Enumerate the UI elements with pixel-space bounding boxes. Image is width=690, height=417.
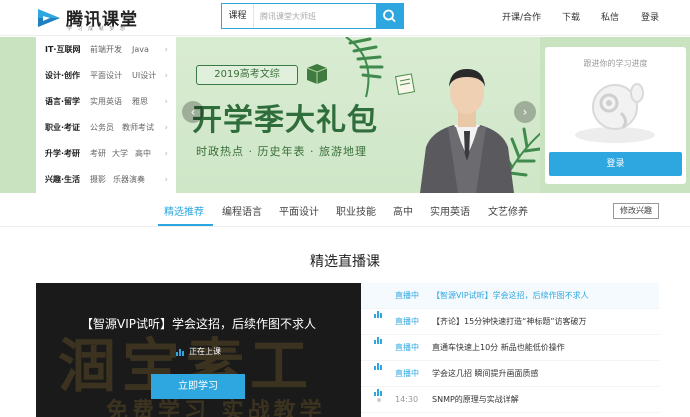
carousel-dots	[286, 180, 396, 184]
tab-programming[interactable]: 编程语言	[222, 203, 262, 218]
schedule-status: 直播中	[395, 291, 419, 300]
chevron-right-icon: ›	[164, 149, 168, 159]
menu-sub-link[interactable]: 考研	[90, 141, 106, 167]
active-tab-indicator	[158, 224, 213, 226]
banner-area: IT·互联网 前端开发 Java › 设计·创作 平面设计 UI设计 › 语言·…	[0, 37, 690, 193]
menu-sub-link[interactable]: 雅思	[132, 89, 148, 115]
logo-slogan: 学 习 成 就 梦 想	[67, 26, 127, 32]
teacher-photo	[420, 69, 514, 193]
chevron-right-icon: ›	[164, 97, 168, 107]
chevron-right-icon: ›	[164, 71, 168, 81]
live-bars-icon	[176, 347, 185, 356]
menu-row-design[interactable]: 设计·创作 平面设计 UI设计 ›	[36, 63, 176, 89]
logo[interactable]: 腾讯课堂 学 习 成 就 梦 想	[36, 4, 146, 32]
live-bars-icon	[374, 292, 384, 318]
tab-english[interactable]: 实用英语	[430, 203, 470, 218]
live-bars-icon	[374, 318, 384, 344]
menu-row-language[interactable]: 语言·留学 实用英语 雅思 ›	[36, 89, 176, 115]
category-menu: IT·互联网 前端开发 Java › 设计·创作 平面设计 UI设计 › 语言·…	[36, 37, 176, 193]
schedule-row[interactable]: 直播中 【智源VIP试听】学会这招，后续作图不求人	[361, 283, 659, 318]
menu-sub-link[interactable]: 前端开发	[90, 37, 122, 63]
banner-badge: 2019高考文综	[196, 65, 298, 85]
banner-title: 开学季大礼包	[192, 103, 378, 138]
menu-row-career[interactable]: 职业·考证 公务员 教师考试 ›	[36, 115, 176, 141]
login-tip: 跟进你的学习进度	[583, 59, 648, 68]
schedule-status: 直播中	[395, 317, 419, 326]
menu-row-hobby[interactable]: 兴趣·生活 摄影 乐器演奏 ›	[36, 167, 176, 193]
chevron-right-icon: ›	[164, 175, 168, 185]
search-icon	[383, 9, 396, 22]
schedule-title[interactable]: 学会这几招 瞬间提升画面质感	[432, 361, 539, 387]
top-header: 腾讯课堂 学 习 成 就 梦 想 课程 开课/合作 下载 私信 登录	[0, 0, 690, 36]
tab-arts[interactable]: 文艺修养	[488, 203, 528, 218]
tab-career-skills[interactable]: 职业技能	[336, 203, 376, 218]
schedule-title[interactable]: 直通车快速上10分 新品也能低价操作	[432, 335, 565, 361]
schedule-row[interactable]: 直播中 直通车快速上10分 新品也能低价操作	[361, 335, 659, 370]
carousel-slide[interactable]: 2019高考文综 开学季大礼包 时政热点 · 历史年表 · 旅游地理 ‹ ›	[176, 37, 540, 193]
menu-row-study[interactable]: 升学·考研 考研 大学 高中 ›	[36, 141, 176, 167]
schedule-time: 14:30	[395, 395, 419, 404]
menu-sub-link[interactable]: 大学	[112, 141, 128, 167]
chevron-right-icon: ›	[164, 123, 168, 133]
mascot-placeholder-icon	[575, 83, 655, 143]
modify-interest-button[interactable]: 修改兴趣	[613, 203, 659, 219]
live-bars-icon	[374, 344, 384, 370]
live-schedule-list: 直播中 【智源VIP试听】学会这招，后续作图不求人 直播中 【齐论】15分钟快速…	[361, 283, 659, 417]
schedule-title[interactable]: SNMP的原理与实战详解	[432, 387, 519, 413]
tab-featured[interactable]: 精选推荐	[164, 203, 204, 218]
carousel-prev-button[interactable]: ‹	[182, 101, 204, 123]
menu-sub-link[interactable]: UI设计	[132, 63, 156, 89]
menu-sub-link[interactable]: 教师考试	[122, 115, 154, 141]
menu-sub-link[interactable]: 平面设计	[90, 63, 122, 89]
menu-category: 升学·考研	[45, 149, 81, 158]
live-status: 正在上课	[36, 346, 361, 357]
tab-graphic-design[interactable]: 平面设计	[279, 203, 319, 218]
tab-high-school[interactable]: 高中	[393, 203, 413, 218]
login-button[interactable]: 登录	[549, 152, 682, 176]
search-category-select[interactable]: 课程	[222, 4, 254, 28]
login-card: 跟进你的学习进度 登录	[545, 47, 686, 184]
menu-category: 设计·创作	[45, 71, 81, 80]
live-title: 【智源VIP试听】学会这招，后续作图不求人	[81, 317, 316, 331]
schedule-row[interactable]: 直播中 【齐论】15分钟快速打造“神标题”访客破万	[361, 309, 659, 344]
nav-messages[interactable]: 私信	[601, 10, 619, 23]
search-input[interactable]	[255, 4, 377, 28]
interest-tabs: 精选推荐 编程语言 平面设计 职业技能 高中 实用英语 文艺修养 修改兴趣	[0, 193, 690, 227]
search-button[interactable]	[376, 4, 403, 28]
menu-sub-link[interactable]: Java	[132, 37, 149, 63]
schedule-status: 直播中	[395, 369, 419, 378]
menu-sub-link[interactable]: 公务员	[90, 115, 114, 141]
book-box-icon	[306, 64, 328, 84]
schedule-row[interactable]: 14:30 SNMP的原理与实战详解	[361, 387, 659, 413]
section-title: 精选直播课	[310, 254, 380, 270]
menu-sub-link[interactable]: 摄影	[90, 167, 106, 193]
logo-play-icon	[38, 9, 60, 27]
menu-sub-link[interactable]: 实用英语	[90, 89, 122, 115]
carousel-next-button[interactable]: ›	[514, 101, 536, 123]
menu-category: 职业·考证	[45, 123, 81, 132]
schedule-title[interactable]: 【齐论】15分钟快速打造“神标题”访客破万	[432, 309, 586, 335]
menu-category: 语言·留学	[45, 97, 81, 106]
menu-row-it[interactable]: IT·互联网 前端开发 Java ›	[36, 37, 176, 63]
live-status-text: 正在上课	[189, 347, 221, 356]
menu-category: 兴趣·生活	[45, 175, 81, 184]
live-bars-icon	[374, 370, 384, 396]
schedule-status: 直播中	[395, 343, 419, 352]
chevron-right-icon: ›	[164, 45, 168, 55]
schedule-row[interactable]: 直播中 学会这几招 瞬间提升画面质感	[361, 361, 659, 396]
learn-now-button[interactable]: 立即学习	[151, 374, 245, 399]
menu-sub-link[interactable]: 高中	[135, 141, 151, 167]
nav-login[interactable]: 登录	[641, 10, 659, 23]
schedule-title[interactable]: 【智源VIP试听】学会这招，后续作图不求人	[432, 283, 589, 309]
upcoming-dot-icon	[377, 398, 381, 402]
nav-open-course[interactable]: 开课/合作	[502, 10, 541, 23]
banner-subtitle: 时政热点 · 历史年表 · 旅游地理	[196, 145, 367, 158]
menu-category: IT·互联网	[45, 45, 81, 54]
nav-download[interactable]: 下载	[562, 10, 580, 23]
featured-live-player[interactable]: 涸宝素工 免费学习 实战教学 【智源VIP试听】学会这招，后续作图不求人 正在上…	[36, 283, 361, 417]
menu-sub-link[interactable]: 乐器演奏	[113, 167, 145, 193]
search-bar: 课程	[221, 3, 404, 29]
